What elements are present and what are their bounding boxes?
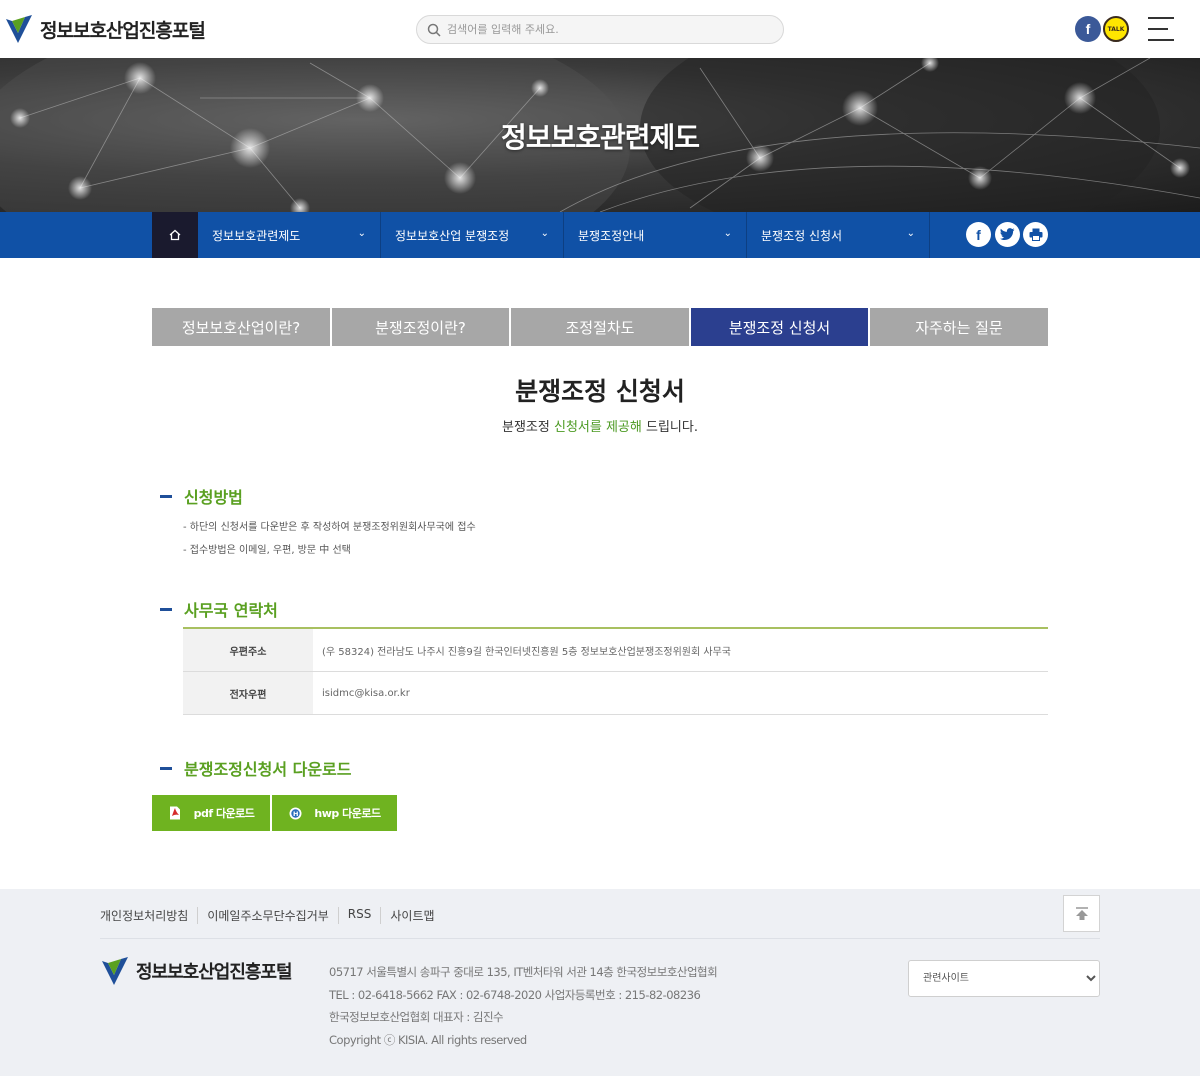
desc-highlight: 신청서를 제공해	[554, 420, 642, 435]
desc-prefix: 분쟁조정	[502, 420, 554, 435]
nav-dropdown-label: 분쟁조정안내	[578, 228, 645, 243]
print-icon	[1029, 228, 1042, 241]
hwp-download-button[interactable]: H hwp 다운로드	[272, 795, 397, 831]
tab-mediation-intro[interactable]: 분쟁조정이란?	[332, 308, 509, 346]
hamburger-menu-icon[interactable]	[1148, 17, 1176, 41]
facebook-icon[interactable]: f	[1075, 16, 1101, 42]
home-button[interactable]	[152, 212, 198, 258]
nav-dropdown-label: 분쟁조정 신청서	[761, 228, 843, 243]
banner-title: 정보보호관련제도	[500, 121, 700, 154]
logo-mark-icon	[6, 15, 32, 43]
footer-links: 개인정보처리방침 이메일주소무단수집거부 RSS 사이트맵	[100, 907, 444, 924]
footer-logo-text: 정보보호산업진흥포털	[136, 962, 293, 983]
table-row: 전자우편 isidmc@kisa.or.kr	[183, 672, 1048, 715]
section-title-text: 분쟁조정신청서 다운로드	[184, 760, 352, 779]
page-title: 분쟁조정 신청서	[515, 377, 685, 406]
privacy-policy-link[interactable]: 개인정보처리방침	[100, 907, 197, 924]
pdf-file-icon	[168, 806, 182, 820]
method-item: - 하단의 신청서를 다운받은 후 작성하여 분쟁조정위원회사무국에 접수	[183, 522, 476, 533]
content-tabs: 정보보호산업이란? 분쟁조정이란? 조정절차도 분쟁조정 신청서 자주하는 질문	[152, 308, 1048, 346]
nav-dropdown-2[interactable]: 정보보호산업 분쟁조정 ⌄	[381, 212, 564, 258]
svg-text:H: H	[293, 810, 298, 818]
contact-table: 우편주소 (우 58324) 전라남도 나주시 진흥9길 한국인터넷진흥원 5층…	[183, 627, 1048, 715]
share-facebook-icon[interactable]: f	[966, 222, 991, 247]
hero-banner: 정보보호관련제도	[0, 58, 1200, 212]
share-print-icon[interactable]	[1023, 222, 1048, 247]
footer-logo: 정보보호산업진흥포털	[100, 955, 293, 987]
scroll-top-button[interactable]	[1063, 895, 1100, 932]
nav-dropdown-3[interactable]: 분쟁조정안내 ⌄	[564, 212, 747, 258]
section-title-method: 신청방법	[160, 484, 243, 508]
table-cell: (우 58324) 전라남도 나주시 진흥9길 한국인터넷진흥원 5층 정보보호…	[322, 646, 731, 658]
table-header-cell: 우편주소	[183, 629, 313, 671]
chevron-down-icon: ⌄	[723, 228, 732, 239]
twitter-bird-icon	[1000, 228, 1015, 240]
home-icon	[169, 229, 181, 241]
section-dash-icon	[160, 607, 172, 611]
tab-application-form[interactable]: 분쟁조정 신청서	[691, 308, 868, 346]
tab-procedure[interactable]: 조정절차도	[511, 308, 689, 346]
section-title-text: 사무국 연락처	[184, 601, 278, 620]
logo-text: 정보보호산업진흥포털	[40, 19, 206, 42]
footer-divider	[100, 938, 1100, 939]
footer-representative: 한국정보보호산업협회 대표자 : 김진수	[329, 1010, 504, 1024]
tab-faq[interactable]: 자주하는 질문	[870, 308, 1048, 346]
page-description: 분쟁조정 신청서를 제공해 드립니다.	[0, 416, 1200, 435]
method-item: - 접수방법은 이메일, 우편, 방문 中 선택	[183, 545, 351, 556]
logo-mark-icon	[102, 957, 128, 985]
footer-address: 05717 서울특별시 송파구 중대로 135, IT벤처타워 서관 14층 한…	[329, 965, 718, 979]
footer-copyright: Copyright ⓒ KISIA. All rights reserved	[329, 1033, 527, 1047]
section-title-contact: 사무국 연락처	[160, 597, 278, 621]
search-box[interactable]	[416, 15, 784, 44]
related-sites-select[interactable]: 관련사이트	[908, 960, 1100, 997]
nav-dropdown-1[interactable]: 정보보호관련제도 ⌄	[198, 212, 381, 258]
site-header: 정보보호산업진흥포털 f TALK	[0, 0, 1200, 58]
search-icon[interactable]	[427, 23, 441, 37]
table-cell: isidmc@kisa.or.kr	[322, 687, 410, 699]
nav-dropdown-label: 정보보호관련제도	[212, 228, 301, 243]
chevron-down-icon: ⌄	[540, 228, 549, 239]
pdf-download-label: pdf 다운로드	[193, 807, 255, 820]
share-twitter-icon[interactable]	[995, 222, 1020, 247]
kakaotalk-icon[interactable]: TALK	[1103, 16, 1129, 42]
search-input[interactable]	[447, 23, 767, 36]
tab-industry-intro[interactable]: 정보보호산업이란?	[152, 308, 330, 346]
email-refusal-link[interactable]: 이메일주소무단수집거부	[197, 907, 337, 924]
breadcrumb-nav: 정보보호관련제도 ⌄ 정보보호산업 분쟁조정 ⌄ 분쟁조정안내 ⌄ 분쟁조정 신…	[0, 212, 1200, 258]
sitemap-link[interactable]: 사이트맵	[380, 907, 443, 924]
rss-link[interactable]: RSS	[337, 907, 381, 924]
section-title-text: 신청방법	[184, 488, 243, 507]
section-dash-icon	[160, 494, 172, 498]
table-row: 우편주소 (우 58324) 전라남도 나주시 진흥9길 한국인터넷진흥원 5층…	[183, 629, 1048, 672]
arrow-up-icon	[1075, 906, 1088, 920]
section-dash-icon	[160, 766, 172, 770]
nav-dropdown-4[interactable]: 분쟁조정 신청서 ⌄	[747, 212, 930, 258]
section-title-download: 분쟁조정신청서 다운로드	[160, 756, 352, 780]
hwp-download-label: hwp 다운로드	[314, 807, 381, 820]
chevron-down-icon: ⌄	[906, 228, 915, 239]
hwp-file-icon: H	[288, 806, 302, 820]
site-footer: 개인정보처리방침 이메일주소무단수집거부 RSS 사이트맵 정보보호산업진흥포털…	[0, 889, 1200, 1076]
footer-contact: TEL : 02-6418-5662 FAX : 02-6748-2020 사업…	[329, 988, 701, 1002]
table-header-cell: 전자우편	[183, 672, 313, 714]
pdf-download-button[interactable]: pdf 다운로드	[152, 795, 270, 831]
chevron-down-icon: ⌄	[357, 228, 366, 239]
nav-dropdown-label: 정보보호산업 분쟁조정	[395, 228, 510, 243]
site-logo[interactable]: 정보보호산업진흥포털	[4, 12, 206, 46]
desc-suffix: 드립니다.	[641, 420, 698, 435]
